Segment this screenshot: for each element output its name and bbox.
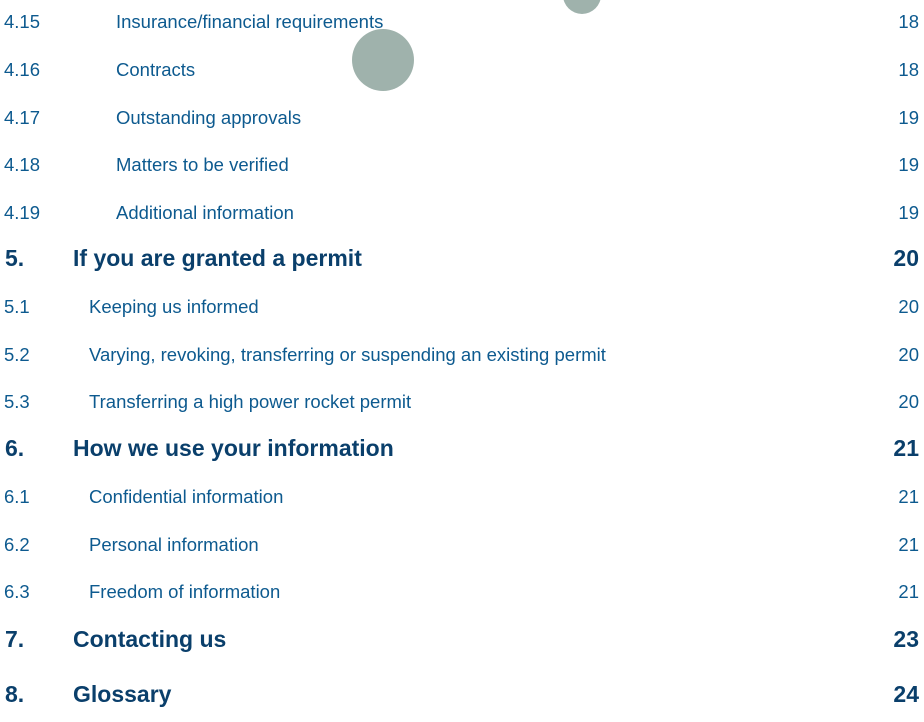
toc-entry-number: 6.2 xyxy=(4,534,30,555)
toc-section-title: How we use your information xyxy=(73,434,394,461)
toc-section-title: If you are granted a permit xyxy=(73,244,362,271)
toc-entry-number: 5.2 xyxy=(4,344,30,365)
toc-entry-title: Additional information xyxy=(116,202,294,223)
toc-entry-title: Varying, revoking, transferring or suspe… xyxy=(89,344,606,365)
toc-entry-title: Matters to be verified xyxy=(116,154,289,175)
toc-entry-title: Contracts xyxy=(116,59,196,80)
toc-entry-5-3[interactable]: 5.3 Transferring a high power rocket per… xyxy=(0,382,924,422)
toc-section-page: 23 xyxy=(893,625,919,652)
toc-entry-title: Transferring a high power rocket permit xyxy=(89,391,412,412)
toc-entry-5-1[interactable]: 5.1 Keeping us informed 20 xyxy=(0,287,924,327)
toc-entry-number: 6.3 xyxy=(4,581,30,602)
toc-entry-title: Outstanding approvals xyxy=(116,107,302,128)
toc-section-page: 21 xyxy=(893,434,919,461)
toc-section-number: 5. xyxy=(5,244,25,271)
toc-entry-5[interactable]: 5. If you are granted a permit 20 xyxy=(0,238,924,278)
toc-entry-number: 4.15 xyxy=(4,11,41,32)
toc-section-title: Glossary xyxy=(73,680,172,707)
toc-entry-page: 20 xyxy=(898,296,919,317)
table-of-contents: 4.15 Insurance/financial requirements 18… xyxy=(0,0,924,722)
toc-entry-page: 18 xyxy=(898,11,919,32)
toc-section-number: 6. xyxy=(5,434,25,461)
toc-entry-number: 4.16 xyxy=(4,59,41,80)
toc-entry-number: 6.1 xyxy=(4,486,30,507)
toc-entry-page: 21 xyxy=(898,534,919,555)
toc-section-page: 24 xyxy=(893,680,919,707)
toc-entry-title: Confidential information xyxy=(89,486,284,507)
toc-entry-number: 5.1 xyxy=(4,296,30,317)
toc-entry-4-16[interactable]: 4.16 Contracts 18 xyxy=(0,50,924,90)
toc-entry-4-19[interactable]: 4.19 Additional information 19 xyxy=(0,193,924,233)
toc-entry-title: Freedom of information xyxy=(89,581,281,602)
toc-entry-4-18[interactable]: 4.18 Matters to be verified 19 xyxy=(0,145,924,185)
toc-entry-7[interactable]: 7. Contacting us 23 xyxy=(0,619,924,659)
toc-entry-title: Keeping us informed xyxy=(89,296,259,317)
toc-entry-4-15[interactable]: 4.15 Insurance/financial requirements 18 xyxy=(0,2,924,42)
toc-entry-number: 4.18 xyxy=(4,154,41,175)
toc-entry-page: 21 xyxy=(898,581,919,602)
toc-entry-number: 4.17 xyxy=(4,107,41,128)
toc-entry-number: 4.19 xyxy=(4,202,41,223)
toc-entry-page: 20 xyxy=(898,344,919,365)
toc-entry-6-1[interactable]: 6.1 Confidential information 21 xyxy=(0,477,924,517)
toc-entry-6[interactable]: 6. How we use your information 21 xyxy=(0,428,924,468)
toc-entry-title: Insurance/financial requirements xyxy=(116,11,384,32)
toc-entry-page: 19 xyxy=(898,107,919,128)
toc-section-page: 20 xyxy=(893,244,919,271)
toc-entry-6-3[interactable]: 6.3 Freedom of information 21 xyxy=(0,572,924,612)
toc-entry-6-2[interactable]: 6.2 Personal information 21 xyxy=(0,525,924,565)
toc-entry-title: Personal information xyxy=(89,534,259,555)
toc-section-title: Contacting us xyxy=(73,625,227,652)
toc-entry-number: 5.3 xyxy=(4,391,30,412)
toc-section-number: 8. xyxy=(5,680,25,707)
toc-entry-page: 21 xyxy=(898,486,919,507)
toc-entry-page: 20 xyxy=(898,391,919,412)
toc-entry-8[interactable]: 8. Glossary 24 xyxy=(0,674,924,714)
toc-section-number: 7. xyxy=(5,625,25,652)
toc-entry-page: 18 xyxy=(898,59,919,80)
toc-entry-4-17[interactable]: 4.17 Outstanding approvals 19 xyxy=(0,98,924,138)
toc-entry-page: 19 xyxy=(898,154,919,175)
toc-entry-page: 19 xyxy=(898,202,919,223)
toc-entry-5-2[interactable]: 5.2 Varying, revoking, transferring or s… xyxy=(0,335,924,375)
